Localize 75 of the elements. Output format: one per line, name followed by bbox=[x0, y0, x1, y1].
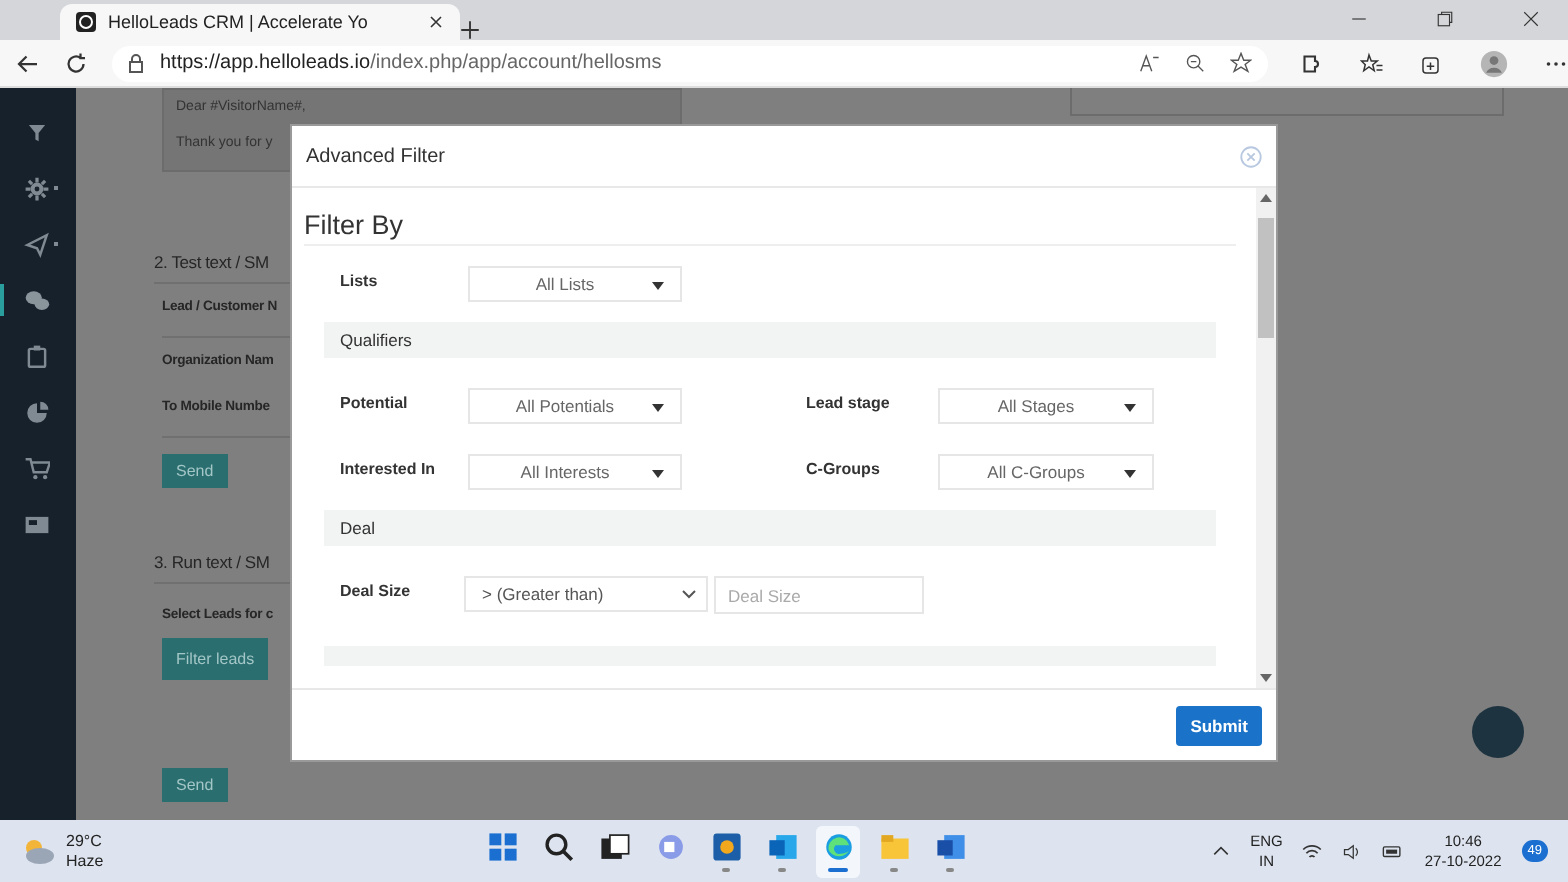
send-button[interactable]: Send bbox=[162, 454, 228, 488]
gear-icon bbox=[24, 175, 50, 201]
field-label: Potential bbox=[340, 392, 410, 412]
address-bar[interactable]: https://app.helloleads.io/index.php/app/account/hellosms bbox=[112, 45, 1268, 81]
document-icon bbox=[933, 830, 967, 864]
dropdown[interactable]: All Potentials bbox=[468, 388, 682, 424]
caret-icon bbox=[652, 282, 664, 290]
battery-icon[interactable] bbox=[1382, 840, 1405, 862]
caret-icon bbox=[1124, 404, 1136, 412]
card-icon bbox=[24, 511, 50, 537]
filter-leads-button[interactable]: Filter leads bbox=[162, 638, 269, 680]
cart-icon bbox=[24, 455, 50, 481]
url-text: https://app.helloleads.io/index.php/app/account/hellosms bbox=[160, 52, 662, 74]
dropdown[interactable]: All Interests bbox=[468, 454, 682, 490]
section-title: 3. Run text / SM bbox=[154, 552, 270, 572]
help-button[interactable] bbox=[1472, 706, 1524, 758]
back-icon[interactable] bbox=[16, 51, 40, 75]
mail-icon bbox=[765, 830, 799, 864]
browser-tab[interactable]: HelloLeads CRM | Accelerate Yo bbox=[60, 4, 460, 40]
weather-text: Haze bbox=[66, 851, 104, 871]
filter-heading: Filter By bbox=[304, 210, 1236, 246]
close-icon[interactable] bbox=[1522, 10, 1540, 28]
input-field[interactable]: Deal Size bbox=[714, 576, 924, 614]
favorites-icon[interactable] bbox=[1360, 51, 1384, 75]
chat-icon bbox=[24, 287, 50, 313]
task-view-icon bbox=[597, 830, 631, 864]
restore-icon[interactable] bbox=[1436, 10, 1454, 28]
app-icon bbox=[709, 830, 743, 864]
lock-icon bbox=[128, 53, 144, 73]
chevron-up-icon[interactable] bbox=[1212, 842, 1231, 860]
dropdown[interactable]: All Lists bbox=[468, 266, 682, 302]
chat-icon bbox=[653, 830, 687, 864]
caret-icon bbox=[652, 470, 664, 478]
clipboard-icon bbox=[24, 343, 50, 369]
browser-icon bbox=[821, 830, 855, 864]
field-label: C-Groups bbox=[806, 458, 882, 478]
profile-icon[interactable] bbox=[1480, 49, 1508, 77]
scroll-down-icon[interactable] bbox=[1260, 674, 1272, 682]
logo-icon bbox=[76, 12, 96, 32]
dropdown[interactable]: All C-Groups bbox=[938, 454, 1154, 490]
caret-icon bbox=[652, 404, 664, 412]
field-label: Lists bbox=[340, 270, 380, 290]
wifi-icon[interactable] bbox=[1302, 841, 1323, 861]
pie-chart-icon bbox=[24, 399, 50, 425]
dropdown[interactable]: All Stages bbox=[938, 388, 1154, 424]
scroll-thumb[interactable] bbox=[1258, 218, 1274, 338]
chevron-icon bbox=[682, 590, 696, 600]
section-title: 2. Test text / SM bbox=[154, 252, 269, 272]
zoom-icon[interactable] bbox=[1184, 52, 1206, 74]
read-aloud-icon[interactable] bbox=[1138, 52, 1160, 74]
scrollbar[interactable] bbox=[1256, 188, 1276, 688]
dialog-title: Advanced Filter bbox=[306, 145, 445, 167]
send-icon bbox=[24, 231, 50, 257]
section-header: Qualifiers bbox=[324, 322, 1216, 358]
send-button[interactable]: Send bbox=[162, 768, 228, 802]
submit-button[interactable]: Submit bbox=[1176, 705, 1262, 745]
section-header: Deal bbox=[324, 510, 1216, 546]
start-icon bbox=[485, 830, 519, 864]
extension-icon[interactable] bbox=[1300, 51, 1324, 75]
field-label: Lead stage bbox=[806, 392, 892, 412]
operator-dropdown[interactable]: > (Greater than) bbox=[464, 576, 708, 612]
reload-icon[interactable] bbox=[64, 51, 88, 75]
scroll-up-icon[interactable] bbox=[1260, 194, 1272, 202]
field-label: Interested In bbox=[340, 458, 438, 478]
favorite-icon[interactable] bbox=[1230, 52, 1252, 74]
temperature-text: 29°C bbox=[66, 831, 102, 851]
field-label: Deal Size bbox=[340, 580, 413, 600]
volume-icon[interactable] bbox=[1342, 841, 1363, 861]
folder-icon bbox=[877, 830, 911, 864]
funnel-icon bbox=[24, 119, 50, 145]
plus-icon[interactable] bbox=[460, 20, 480, 40]
close-icon[interactable] bbox=[428, 14, 444, 30]
caret-icon bbox=[1124, 470, 1136, 478]
collections-icon[interactable] bbox=[1420, 51, 1444, 75]
search-icon bbox=[541, 830, 575, 864]
